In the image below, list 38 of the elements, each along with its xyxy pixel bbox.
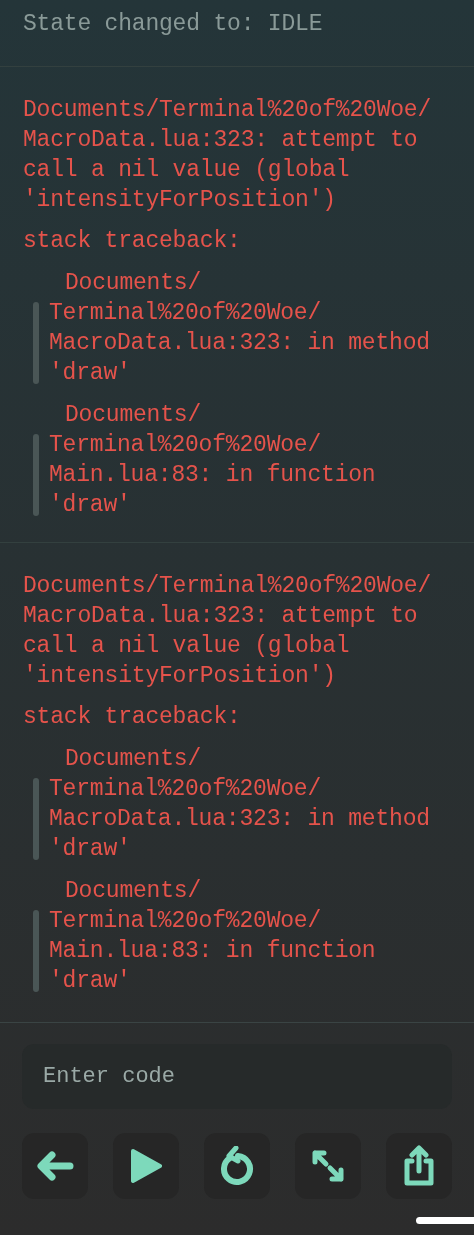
back-arrow-icon [36, 1150, 74, 1182]
traceback-line: 'draw' [49, 835, 131, 864]
traceback-line: Documents/ [65, 269, 202, 298]
traceback-title: stack traceback: [23, 703, 241, 732]
play-button[interactable] [113, 1133, 179, 1199]
traceback-line: Terminal%20of%20Woe/ [49, 907, 322, 936]
error-line: MacroData.lua:323: attempt to [23, 126, 418, 155]
restart-button[interactable] [204, 1133, 270, 1199]
error-line: call a nil value (global [23, 632, 350, 661]
traceback-line: Main.lua:83: in function [49, 937, 376, 966]
home-indicator [416, 1217, 474, 1224]
play-icon [130, 1148, 162, 1184]
error-line: MacroData.lua:323: attempt to [23, 602, 418, 631]
traceback-title: stack traceback: [23, 227, 241, 256]
error-line: call a nil value (global [23, 156, 350, 185]
expand-arrows-button[interactable] [295, 1133, 361, 1199]
error-line: Documents/Terminal%20of%20Woe/ [23, 572, 432, 601]
expand-arrows-icon [310, 1148, 346, 1184]
traceback-line: Terminal%20of%20Woe/ [49, 299, 322, 328]
traceback-line: 'draw' [49, 491, 131, 520]
code-input[interactable]: Enter code [22, 1044, 452, 1109]
back-arrow-button[interactable] [22, 1133, 88, 1199]
error-line: 'intensityForPosition') [23, 662, 336, 691]
traceback-line: 'draw' [49, 967, 131, 996]
traceback-line: Documents/ [65, 745, 202, 774]
traceback-line: Documents/ [65, 877, 202, 906]
share-button[interactable] [386, 1133, 452, 1199]
traceback-line: Terminal%20of%20Woe/ [49, 431, 322, 460]
traceback-line: MacroData.lua:323: in method [49, 329, 430, 358]
error-line: 'intensityForPosition') [23, 186, 336, 215]
error-line: Documents/Terminal%20of%20Woe/ [23, 96, 432, 125]
traceback-line: Documents/ [65, 401, 202, 430]
restart-icon [220, 1146, 254, 1186]
traceback-line: Main.lua:83: in function [49, 461, 376, 490]
traceback-line: MacroData.lua:323: in method [49, 805, 430, 834]
log-line: State changed to: IDLE [23, 10, 323, 39]
traceback-line: Terminal%20of%20Woe/ [49, 775, 322, 804]
traceback-line: 'draw' [49, 359, 131, 388]
